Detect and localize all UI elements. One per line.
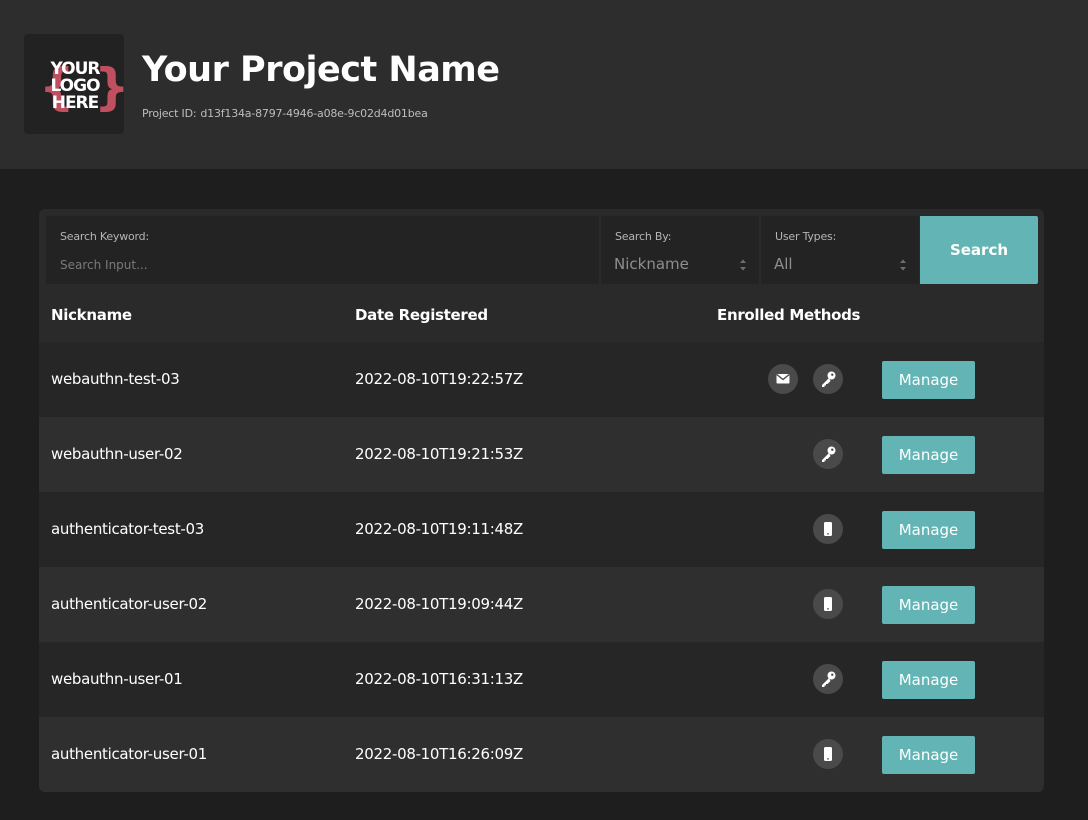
- user-nickname: authenticator-user-01: [51, 745, 207, 763]
- search-filters: Search Keyword: Search By: Nickname User…: [46, 216, 1038, 284]
- manage-button[interactable]: Manage: [882, 661, 975, 699]
- search-by-value: Nickname: [614, 255, 689, 273]
- table-row: authenticator-test-03 2022-08-10T19:11:4…: [39, 492, 1044, 567]
- keyword-filter: Search Keyword:: [46, 216, 599, 284]
- table-header: Nickname Date Registered Enrolled Method…: [39, 291, 1044, 344]
- select-arrows-icon: [900, 259, 906, 271]
- user-date-registered: 2022-08-10T19:21:53Z: [355, 445, 523, 463]
- keyword-label: Search Keyword:: [60, 230, 149, 243]
- user-nickname: webauthn-test-03: [51, 370, 180, 388]
- user-date-registered: 2022-08-10T19:09:44Z: [355, 595, 523, 613]
- project-id-label: Project ID:: [142, 107, 197, 120]
- user-nickname: webauthn-user-02: [51, 445, 183, 463]
- users-panel: Search Keyword: Search By: Nickname User…: [39, 209, 1044, 792]
- logo-graphic: { } YOUR LOGO HERE: [39, 58, 124, 116]
- user-types-label: User Types:: [775, 230, 837, 243]
- table-row: webauthn-user-02 2022-08-10T19:21:53Z Ma…: [39, 417, 1044, 492]
- project-logo: { } YOUR LOGO HERE: [24, 34, 124, 134]
- table-row: authenticator-user-01 2022-08-10T16:26:0…: [39, 717, 1044, 792]
- email-icon: [768, 364, 798, 394]
- search-by-select[interactable]: Search By: Nickname: [601, 216, 759, 284]
- manage-button[interactable]: Manage: [882, 586, 975, 624]
- manage-button[interactable]: Manage: [882, 736, 975, 774]
- search-button[interactable]: Search: [920, 216, 1038, 284]
- phone-icon: [813, 514, 843, 544]
- phone-icon: [813, 739, 843, 769]
- user-date-registered: 2022-08-10T16:26:09Z: [355, 745, 523, 763]
- select-arrows-icon: [740, 259, 746, 271]
- key-icon: [813, 364, 843, 394]
- manage-button[interactable]: Manage: [882, 436, 975, 474]
- key-icon: [813, 439, 843, 469]
- project-id-value: d13f134a-8797-4946-a08e-9c02d4d01bea: [200, 107, 428, 120]
- manage-button[interactable]: Manage: [882, 361, 975, 399]
- phone-icon: [813, 589, 843, 619]
- column-enrolled-methods: Enrolled Methods: [717, 306, 861, 324]
- project-id-line: Project ID: d13f134a-8797-4946-a08e-9c02d…: [142, 107, 428, 120]
- manage-button[interactable]: Manage: [882, 511, 975, 549]
- column-nickname[interactable]: Nickname: [51, 306, 132, 324]
- search-by-label: Search By:: [615, 230, 672, 243]
- user-nickname: authenticator-test-03: [51, 520, 204, 538]
- user-date-registered: 2022-08-10T19:22:57Z: [355, 370, 523, 388]
- key-icon: [813, 664, 843, 694]
- project-title: Your Project Name: [142, 50, 500, 90]
- logo-line-3: HERE: [52, 93, 99, 113]
- table-row: webauthn-test-03 2022-08-10T19:22:57Z Ma…: [39, 342, 1044, 417]
- table-row: webauthn-user-01 2022-08-10T16:31:13Z Ma…: [39, 642, 1044, 717]
- user-nickname: authenticator-user-02: [51, 595, 207, 613]
- user-types-value: All: [774, 255, 793, 273]
- search-input[interactable]: [60, 256, 580, 274]
- table-row: authenticator-user-02 2022-08-10T19:09:4…: [39, 567, 1044, 642]
- column-date-registered[interactable]: Date Registered: [355, 306, 488, 324]
- user-types-select[interactable]: User Types: All: [761, 216, 919, 284]
- user-date-registered: 2022-08-10T16:31:13Z: [355, 670, 523, 688]
- page-header: { } YOUR LOGO HERE Your Project Name Pro…: [0, 0, 1088, 169]
- user-date-registered: 2022-08-10T19:11:48Z: [355, 520, 523, 538]
- user-nickname: webauthn-user-01: [51, 670, 183, 688]
